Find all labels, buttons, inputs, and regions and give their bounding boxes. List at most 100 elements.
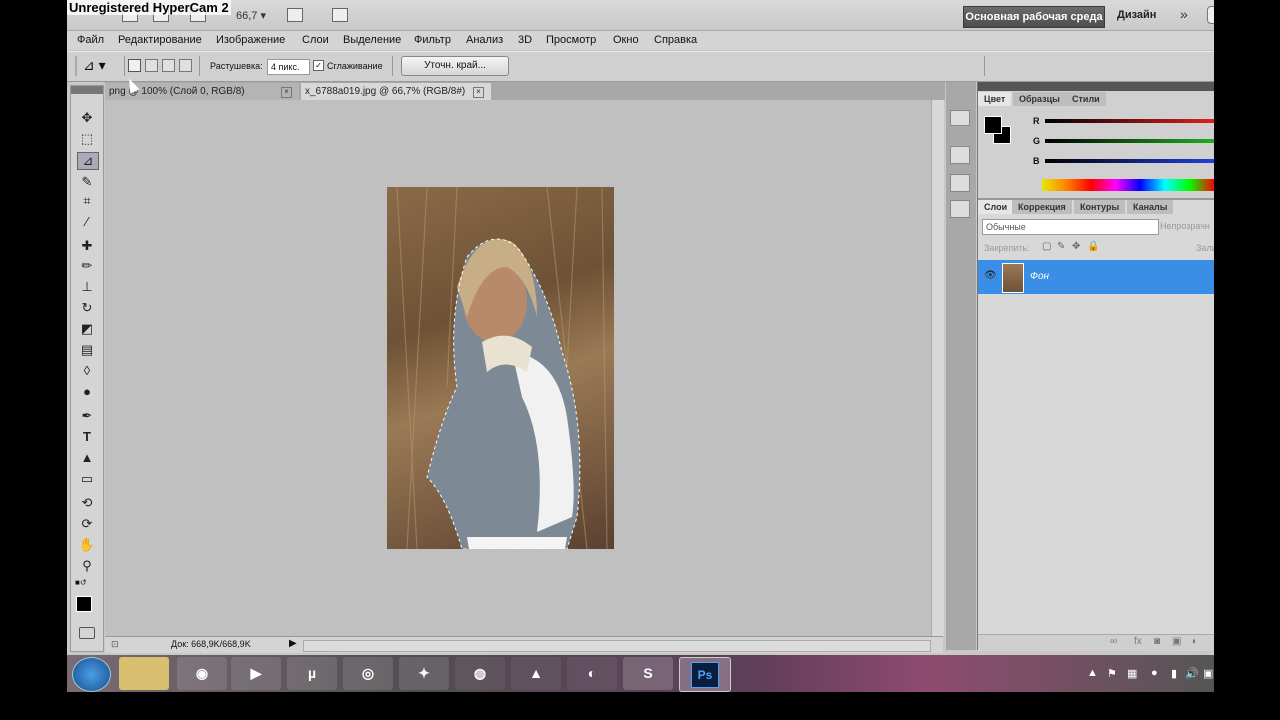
foreground-color-swatch[interactable] [984, 116, 1002, 134]
layer-style-icon[interactable]: fx [1134, 636, 1142, 647]
panel-dock-header[interactable] [978, 82, 1214, 91]
tab-paths[interactable]: Контуры [1074, 200, 1126, 214]
tab-adjustments[interactable]: Коррекция [1012, 200, 1072, 214]
menu-layers[interactable]: Слои [302, 34, 329, 46]
blur-tool-icon[interactable]: ◊ [77, 363, 97, 379]
menu-image[interactable]: Изображение [216, 34, 285, 46]
history-panel-icon[interactable] [950, 110, 970, 126]
tab-styles[interactable]: Стили [1066, 92, 1106, 106]
tab-swatches[interactable]: Образцы [1013, 92, 1066, 106]
start-button-icon[interactable] [72, 657, 111, 692]
clone-stamp-tool-icon[interactable]: ⊥ [77, 279, 97, 295]
path-selection-tool-icon[interactable]: ▲ [77, 450, 97, 466]
menu-view[interactable]: Просмотр [546, 34, 596, 46]
document-canvas[interactable] [105, 100, 931, 636]
quick-selection-tool-icon[interactable]: ✎ [77, 174, 97, 190]
gradient-tool-icon[interactable]: ▤ [77, 342, 97, 358]
menu-edit[interactable]: Редактирование [118, 34, 202, 46]
tab-layers[interactable]: Слои [978, 200, 1014, 214]
red-slider[interactable] [1045, 119, 1214, 123]
photoshop-taskbar-button[interactable]: Ps [679, 657, 731, 692]
masks-panel-icon[interactable] [950, 200, 970, 218]
lasso-tool-icon[interactable]: ⊿ [77, 152, 99, 170]
new-layer-icon[interactable]: ▣ [1172, 636, 1181, 647]
lock-all-icon[interactable]: 🔒 [1087, 241, 1099, 252]
eye-app-taskbar-icon[interactable]: ◉ [177, 657, 227, 690]
menu-filter[interactable]: Фильтр [414, 34, 451, 46]
eyedropper-tool-icon[interactable]: ⁄ [77, 214, 97, 230]
network-tray-icon[interactable]: ▦ [1127, 667, 1137, 680]
new-selection-icon[interactable] [128, 59, 141, 72]
layer-row[interactable]: 👁 Фон [978, 260, 1214, 294]
history-brush-tool-icon[interactable]: ↻ [77, 300, 97, 316]
dodge-tool-icon[interactable]: ● [77, 384, 97, 400]
canvas-horizontal-scrollbar[interactable] [303, 640, 931, 652]
media-player-taskbar-icon[interactable]: ▶ [231, 657, 281, 690]
tools-panel-header[interactable] [71, 86, 103, 94]
blend-mode-select[interactable]: Обычные [982, 219, 1159, 235]
green-slider[interactable] [1045, 139, 1214, 143]
flag-tray-icon[interactable]: ⚑ [1107, 667, 1117, 680]
eraser-tool-icon[interactable]: ◩ [77, 321, 97, 337]
default-colors-icon[interactable]: ■↺ [75, 578, 87, 587]
blue-slider[interactable] [1045, 159, 1214, 163]
canvas-vertical-scrollbar[interactable] [931, 100, 944, 636]
document-tab-2[interactable]: x_6788a019.jpg @ 66,7% (RGB/8#) × [301, 83, 491, 100]
tab-channels[interactable]: Каналы [1127, 200, 1174, 214]
actions-panel-icon[interactable] [950, 146, 970, 164]
menu-3d[interactable]: 3D [518, 34, 532, 46]
lock-transparency-icon[interactable]: ▢ [1042, 241, 1051, 252]
chrome-taskbar-icon[interactable]: ◎ [343, 657, 393, 690]
link-layers-icon[interactable]: ∞ [1110, 636, 1117, 647]
design-workspace-link[interactable]: Дизайн [1117, 9, 1156, 21]
color-spectrum-ramp[interactable] [1042, 179, 1214, 191]
tray-expand-icon[interactable]: ▲ [1087, 667, 1098, 679]
eye-icon[interactable]: 👁 [984, 270, 997, 281]
triangle-app-taskbar-icon[interactable]: ▲ [511, 657, 561, 690]
tab-color[interactable]: Цвет [978, 92, 1012, 106]
search-help-field[interactable] [1207, 6, 1214, 24]
zoom-level-select[interactable]: 66,7 ▾ [236, 9, 266, 22]
refine-edge-button[interactable]: Уточн. край... [401, 56, 509, 76]
adjustments-panel-icon[interactable] [950, 174, 970, 192]
close-icon[interactable]: × [473, 87, 484, 98]
explorer-taskbar-icon[interactable] [119, 657, 169, 690]
options-grip[interactable] [75, 56, 77, 76]
close-icon[interactable]: × [281, 87, 292, 98]
foreground-color-swatch[interactable] [76, 596, 92, 612]
subtract-selection-icon[interactable] [162, 59, 175, 72]
app-tray-icon[interactable]: ● [1151, 667, 1158, 679]
marquee-tool-icon[interactable]: ⬚ [77, 131, 97, 147]
intersect-selection-icon[interactable] [179, 59, 192, 72]
skype-taskbar-icon[interactable]: S [623, 657, 673, 690]
3d-rotate-tool-icon[interactable]: ⟲ [77, 495, 97, 511]
polygonal-lasso-preset-icon[interactable]: ⊿ ▾ [83, 57, 117, 75]
menu-help[interactable]: Справка [654, 34, 697, 46]
network-app-taskbar-icon[interactable]: ◍ [455, 657, 505, 690]
menu-analysis[interactable]: Анализ [466, 34, 503, 46]
hand-tool-icon[interactable]: ✋ [77, 537, 97, 553]
utorrent-taskbar-icon[interactable]: µ [287, 657, 337, 690]
screen-mode-icon[interactable] [332, 8, 348, 22]
quick-mask-icon[interactable] [79, 627, 95, 639]
antialias-checkbox[interactable]: ✓ [313, 60, 324, 71]
volume-tray-icon[interactable]: 🔊 [1185, 667, 1199, 680]
language-tray-icon[interactable]: ▣ [1203, 667, 1213, 680]
move-tool-icon[interactable]: ✥ [77, 110, 97, 126]
menu-select[interactable]: Выделение [343, 34, 401, 46]
workspace-button[interactable]: Основная рабочая среда [963, 6, 1105, 28]
arrange-documents-icon[interactable] [287, 8, 303, 22]
type-tool-icon[interactable]: T [77, 429, 97, 445]
pen-tool-icon[interactable]: ✒ [77, 408, 97, 424]
add-selection-icon[interactable] [145, 59, 158, 72]
healing-brush-tool-icon[interactable]: ✚ [77, 238, 97, 254]
adjustment-layer-icon[interactable]: ◑ [1190, 636, 1196, 647]
status-menu-arrow-icon[interactable]: ▶ [289, 638, 297, 649]
orange-app-taskbar-icon[interactable]: ✦ [399, 657, 449, 690]
layer-mask-icon[interactable]: ◙ [1154, 636, 1160, 647]
signal-tray-icon[interactable]: ▮ [1171, 667, 1177, 680]
brush-tool-icon[interactable]: ✏ [77, 258, 97, 274]
zoom-tool-icon[interactable]: ⚲ [77, 558, 97, 574]
crop-tool-icon[interactable]: ⌗ [77, 193, 97, 209]
lock-pixels-icon[interactable]: ✎ [1057, 241, 1065, 252]
